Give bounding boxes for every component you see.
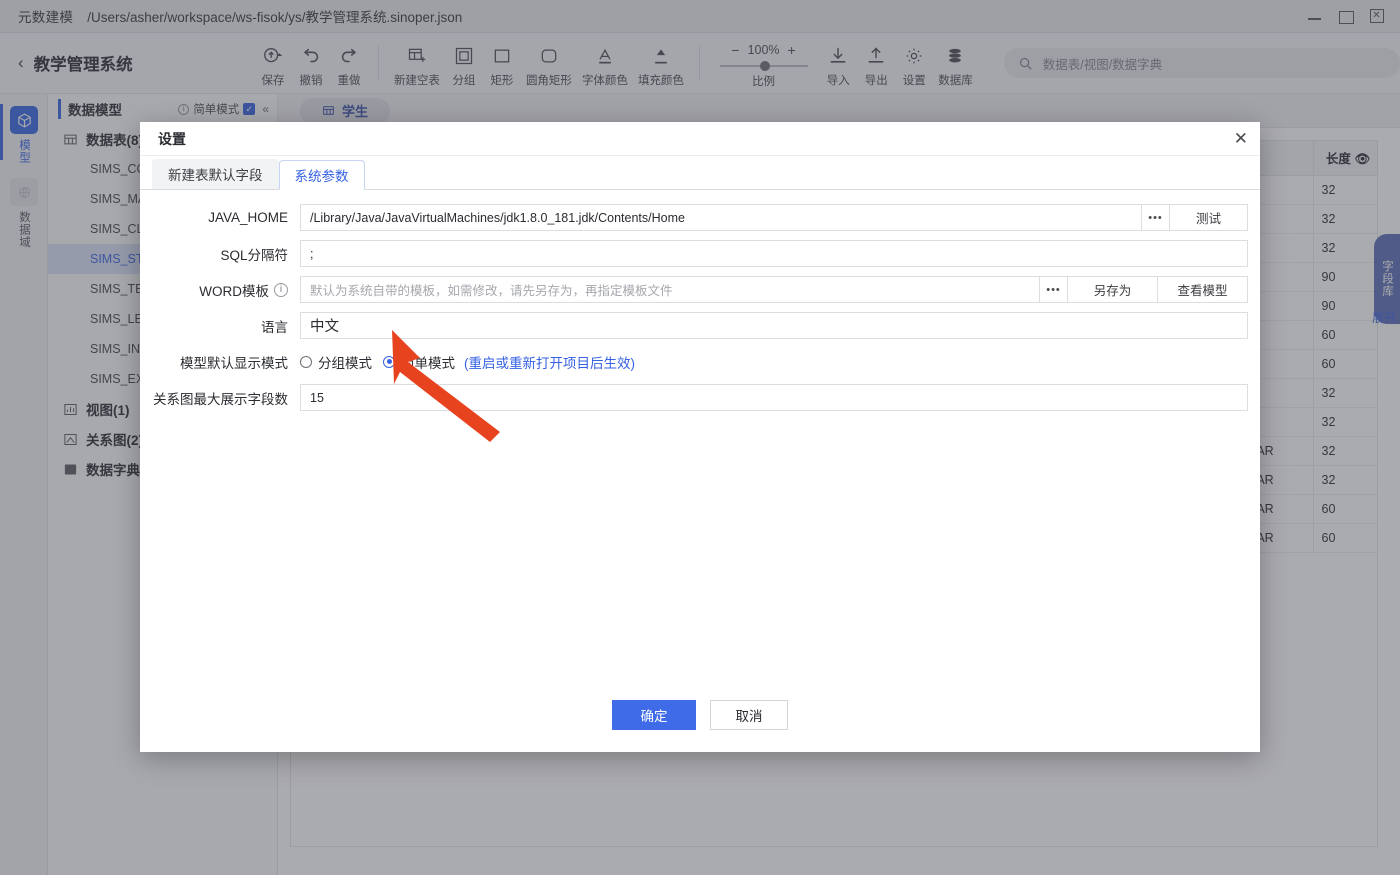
dialog-header: 设置 ✕ (140, 122, 1260, 156)
dialog-footer: 确定 取消 (140, 678, 1260, 752)
language-label: 语言 (152, 316, 300, 336)
field-row-language: 语言 中文 (152, 312, 1248, 339)
info-icon[interactable]: i (274, 283, 288, 297)
display-mode-radio-group: 分组模式 简单模式 (重启或重新打开项目后生效) (300, 348, 635, 375)
java-home-browse-button[interactable]: ••• (1142, 204, 1170, 231)
field-row-sql-separator: SQL分隔符 ; (152, 240, 1248, 267)
display-mode-hint: (重启或重新打开项目后生效) (464, 352, 635, 372)
field-row-word-template: WORD模板 i 默认为系统自带的模板，如需修改，请先另存为，再指定模板文件 •… (152, 276, 1248, 303)
app-root: 元数建模 /Users/asher/workspace/ws-fisok/ys/… (0, 0, 1400, 875)
word-template-input[interactable]: 默认为系统自带的模板，如需修改，请先另存为，再指定模板文件 (300, 276, 1040, 303)
radio-simple-mode-label[interactable]: 简单模式 (401, 352, 455, 372)
dialog-title: 设置 (158, 129, 186, 149)
sql-separator-label: SQL分隔符 (152, 244, 300, 264)
word-template-label-text: WORD模板 (199, 280, 269, 300)
language-input[interactable]: 中文 (300, 312, 1248, 339)
display-mode-label: 模型默认显示模式 (152, 352, 300, 372)
word-template-save-as-button[interactable]: 另存为 (1068, 276, 1158, 303)
settings-dialog: 设置 ✕ 新建表默认字段 系统参数 JAVA_HOME /Library/Jav… (140, 122, 1260, 752)
java-home-label: JAVA_HOME (152, 210, 300, 225)
radio-group-mode[interactable] (300, 356, 312, 368)
word-template-view-button[interactable]: 查看模型 (1158, 276, 1248, 303)
max-fields-label: 关系图最大展示字段数 (152, 388, 300, 408)
radio-group-mode-label[interactable]: 分组模式 (318, 352, 372, 372)
sql-separator-input[interactable]: ; (300, 240, 1248, 267)
tab-default-fields[interactable]: 新建表默认字段 (152, 159, 279, 189)
java-home-input[interactable]: /Library/Java/JavaVirtualMachines/jdk1.8… (300, 204, 1142, 231)
confirm-button[interactable]: 确定 (612, 700, 696, 730)
max-fields-input[interactable]: 15 (300, 384, 1248, 411)
field-row-max-fields: 关系图最大展示字段数 15 (152, 384, 1248, 411)
cancel-button[interactable]: 取消 (710, 700, 788, 730)
dialog-tabs: 新建表默认字段 系统参数 (140, 156, 1260, 190)
word-template-label: WORD模板 i (152, 280, 300, 300)
radio-simple-mode[interactable] (383, 356, 395, 368)
word-template-browse-button[interactable]: ••• (1040, 276, 1068, 303)
tab-system-params[interactable]: 系统参数 (279, 160, 365, 190)
field-row-java-home: JAVA_HOME /Library/Java/JavaVirtualMachi… (152, 204, 1248, 231)
dialog-close-icon[interactable]: ✕ (1234, 130, 1248, 147)
dialog-body: JAVA_HOME /Library/Java/JavaVirtualMachi… (140, 190, 1260, 730)
java-home-test-button[interactable]: 测试 (1170, 204, 1248, 231)
field-row-display-mode: 模型默认显示模式 分组模式 简单模式 (重启或重新打开项目后生效) (152, 348, 1248, 375)
